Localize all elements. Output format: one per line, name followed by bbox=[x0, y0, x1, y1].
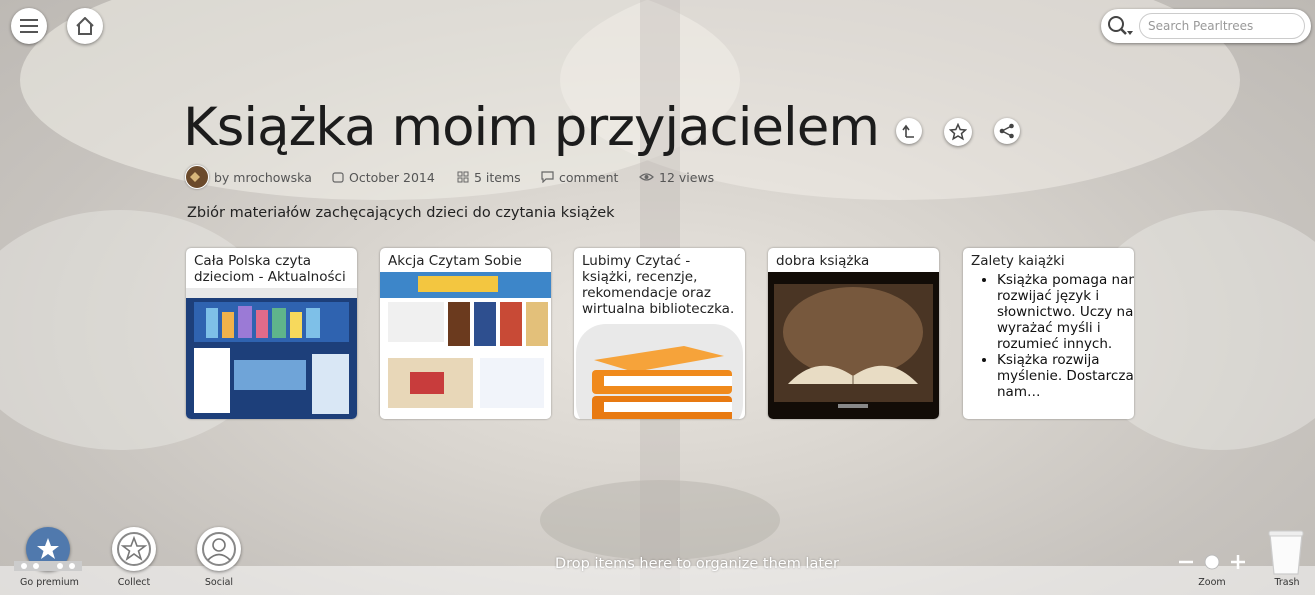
move-up-button[interactable] bbox=[896, 118, 922, 144]
items-count: 5 items bbox=[457, 167, 521, 187]
calendar-icon bbox=[332, 172, 344, 183]
zoom-slider-handle bbox=[1204, 554, 1220, 570]
collection-description: Zbiór materiałów zachęcających dzieci do… bbox=[187, 205, 615, 221]
author-link[interactable]: by mrochowska bbox=[185, 165, 312, 189]
card-title: Akcja Czytam Sobie bbox=[388, 253, 522, 269]
go-premium-label: Go premium bbox=[20, 577, 79, 588]
card-bullet-list: Książka pomaga nam rozwijać język i słow… bbox=[971, 272, 1134, 400]
open-book-photo bbox=[768, 272, 939, 419]
trash-label: Trash bbox=[1274, 577, 1300, 588]
date-text: October 2014 bbox=[349, 169, 435, 185]
orange-books-icon bbox=[576, 324, 743, 419]
share-icon bbox=[999, 123, 1014, 139]
views-count: 12 views bbox=[639, 167, 714, 187]
pearl-card[interactable]: Lubimy Czytać - książki, recenzje, rekom… bbox=[574, 248, 745, 419]
collect-label: Collect bbox=[117, 577, 151, 588]
zoom-label: Zoom bbox=[1198, 577, 1226, 588]
card-title: Zalety kaiążki bbox=[971, 253, 1065, 269]
star-icon bbox=[949, 123, 967, 141]
leaf-icon bbox=[189, 172, 200, 182]
trash-icon[interactable] bbox=[1268, 530, 1304, 576]
arrow-up-corner-icon bbox=[902, 124, 914, 138]
zoom-control[interactable] bbox=[1177, 553, 1247, 571]
search-box[interactable] bbox=[1101, 9, 1311, 43]
grid-icon bbox=[457, 171, 469, 183]
premium-stars-ribbon bbox=[14, 561, 82, 571]
card-title: dobra książka bbox=[776, 253, 870, 269]
collect-button[interactable] bbox=[112, 527, 156, 571]
hamburger-icon bbox=[20, 19, 38, 33]
eye-icon bbox=[639, 173, 654, 181]
card-title: Lubimy Czytać - książki, recenzje, rekom… bbox=[582, 253, 735, 317]
pearl-card[interactable]: Akcja Czytam Sobie bbox=[380, 248, 551, 419]
search-input[interactable] bbox=[1139, 13, 1305, 39]
website-thumbnail bbox=[186, 288, 357, 419]
home-button[interactable] bbox=[67, 8, 103, 44]
pearl-card[interactable]: dobra książka bbox=[768, 248, 939, 419]
social-button[interactable] bbox=[197, 527, 241, 571]
comment-link[interactable]: comment bbox=[541, 167, 618, 187]
favorite-button[interactable] bbox=[944, 118, 972, 146]
search-icon[interactable] bbox=[1107, 15, 1133, 37]
date-info: October 2014 bbox=[332, 167, 435, 187]
star-icon bbox=[117, 532, 151, 566]
user-icon bbox=[202, 532, 236, 566]
share-button[interactable] bbox=[994, 118, 1020, 144]
pearl-card[interactable]: Cała Polska czyta dzieciom - Aktualności bbox=[186, 248, 357, 419]
home-icon bbox=[76, 17, 94, 35]
website-thumbnail bbox=[380, 272, 551, 419]
comment-icon bbox=[541, 171, 554, 183]
items-count-text: 5 items bbox=[474, 169, 521, 185]
author-avatar bbox=[185, 165, 209, 189]
author-name: by mrochowska bbox=[214, 169, 312, 185]
drop-zone-text: Drop items here to organize them later bbox=[555, 556, 839, 572]
social-label: Social bbox=[204, 577, 234, 588]
list-item: Książka rozwija myślenie. Dostarcza nam… bbox=[997, 352, 1134, 400]
views-text: 12 views bbox=[659, 169, 715, 185]
pearl-card[interactable]: Zalety kaiążki Książka pomaga nam rozwij… bbox=[963, 248, 1134, 419]
card-title: Cała Polska czyta dzieciom - Aktualności bbox=[194, 253, 346, 285]
page-title: Książka moim przyjacielem bbox=[183, 97, 880, 158]
list-item: Książka pomaga nam rozwijać język i słow… bbox=[997, 272, 1134, 352]
menu-button[interactable] bbox=[11, 8, 47, 44]
comment-text: comment bbox=[559, 169, 619, 185]
